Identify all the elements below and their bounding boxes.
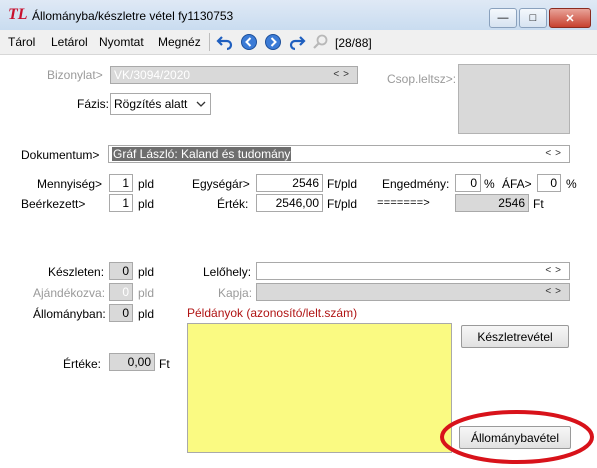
previous-icon[interactable] bbox=[240, 33, 258, 51]
close-button[interactable]: ✕ bbox=[549, 8, 591, 28]
menu-divider bbox=[209, 33, 210, 51]
beerkezett-label: Beérkezett> bbox=[21, 197, 86, 211]
peldanyok-list[interactable] bbox=[187, 323, 452, 453]
dokumentum-label: Dokumentum> bbox=[21, 148, 100, 162]
window-title: Állományba/készletre vétel fy1130753 bbox=[32, 9, 234, 23]
ertek-label: Érték: bbox=[217, 197, 249, 211]
allomanyban-unit: pld bbox=[138, 307, 155, 321]
menu-letarol[interactable]: Letárol bbox=[51, 35, 88, 49]
dokumentum-field[interactable]: Gráf László: Kaland és tudomány <> bbox=[108, 145, 570, 163]
undo-icon[interactable] bbox=[216, 33, 234, 51]
allomanyban-field: 0 bbox=[109, 304, 133, 322]
app-logo: TL bbox=[8, 6, 28, 23]
menu-megnez[interactable]: Megnéz bbox=[158, 35, 201, 49]
kapja-field: <> bbox=[256, 283, 570, 301]
equals-arrow: =======> bbox=[377, 198, 430, 210]
maximize-button[interactable]: □ bbox=[519, 8, 547, 28]
bizonylat-label: Bizonylat> bbox=[47, 68, 103, 82]
bizonylat-nav-icon[interactable]: <> bbox=[333, 67, 353, 83]
erteke-field: 0,00 bbox=[109, 353, 155, 371]
keszleten-unit: pld bbox=[138, 265, 155, 279]
mennyiseg-label: Mennyiség> bbox=[37, 177, 103, 191]
fazis-value: Rögzítés alatt bbox=[114, 97, 188, 111]
dokumentum-nav-icon[interactable]: <> bbox=[545, 146, 565, 162]
minimize-button[interactable]: — bbox=[489, 8, 517, 28]
lelohely-label: Lelőhely: bbox=[203, 265, 252, 279]
lelohely-nav-icon[interactable]: <> bbox=[545, 263, 565, 279]
total-field: 2546 bbox=[455, 194, 529, 212]
egysegar-label: Egységár> bbox=[192, 177, 250, 191]
afa-unit: % bbox=[566, 177, 577, 191]
engedmeny-unit: % bbox=[484, 177, 495, 191]
menu-tarol[interactable]: Tárol bbox=[8, 35, 35, 49]
lelohely-field[interactable]: <> bbox=[256, 262, 570, 280]
next-icon[interactable] bbox=[264, 33, 282, 51]
kapja-nav-icon: <> bbox=[545, 286, 565, 297]
ajandekozva-unit: pld bbox=[138, 286, 155, 300]
ajandekozva-field: 0 bbox=[109, 283, 133, 301]
beerkezett-field[interactable]: 1 bbox=[109, 194, 133, 212]
bizonylat-value: VK/3094/2020 bbox=[114, 68, 191, 82]
mennyiseg-field[interactable]: 1 bbox=[109, 174, 133, 192]
dokumentum-value: Gráf László: Kaland és tudomány bbox=[112, 147, 292, 161]
erteke-unit: Ft bbox=[159, 357, 170, 371]
afa-field[interactable]: 0 bbox=[537, 174, 561, 192]
ajandekozva-label: Ajándékozva: bbox=[33, 286, 106, 300]
csop-leltsz-label: Csop.leltsz>: bbox=[387, 72, 457, 86]
erteke-label: Értéke: bbox=[63, 357, 102, 371]
keszleten-field: 0 bbox=[109, 262, 133, 280]
ertek-unit: Ft/pld bbox=[327, 197, 358, 211]
chevron-down-icon bbox=[196, 94, 206, 114]
beerkezett-unit: pld bbox=[138, 197, 155, 211]
fazis-select[interactable]: Rögzítés alatt bbox=[110, 93, 211, 115]
bizonylat-field[interactable]: VK/3094/2020 <> bbox=[110, 66, 358, 84]
egysegar-field[interactable]: 2546 bbox=[256, 174, 323, 192]
afa-label: ÁFA> bbox=[502, 177, 532, 191]
allomanyban-label: Állományban: bbox=[33, 307, 106, 321]
engedmeny-field[interactable]: 0 bbox=[455, 174, 481, 192]
search-icon[interactable] bbox=[312, 33, 330, 51]
csop-leltsz-field[interactable] bbox=[458, 64, 570, 134]
keszleten-label: Készleten: bbox=[48, 265, 105, 279]
total-unit: Ft bbox=[533, 197, 544, 211]
keszletrevetel-button[interactable]: Készletrevétel bbox=[461, 325, 569, 348]
redo-icon[interactable] bbox=[288, 33, 306, 51]
egysegar-unit: Ft/pld bbox=[327, 177, 358, 191]
menu-nyomtat[interactable]: Nyomtat bbox=[99, 35, 144, 49]
record-counter: [28/88] bbox=[335, 36, 372, 50]
mennyiseg-unit: pld bbox=[138, 177, 155, 191]
fazis-label: Fázis: bbox=[77, 97, 110, 111]
peldanyok-label: Példányok (azonosító/lelt.szám) bbox=[187, 306, 358, 320]
highlight-ellipse bbox=[440, 410, 594, 464]
kapja-label: Kapja: bbox=[218, 286, 253, 300]
ertek-field[interactable]: 2546,00 bbox=[256, 194, 323, 212]
engedmeny-label: Engedmény: bbox=[382, 177, 450, 191]
